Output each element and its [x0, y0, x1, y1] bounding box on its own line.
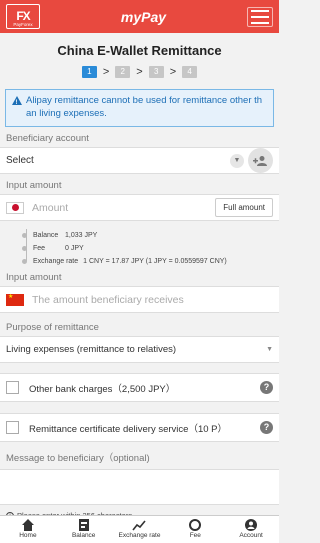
- chevron-right-icon: >: [169, 66, 177, 78]
- alipay-alert: Alipay remittance cannot be used for rem…: [5, 89, 274, 127]
- certificate-delivery-checkbox[interactable]: [6, 421, 19, 434]
- help-icon[interactable]: ?: [260, 421, 273, 434]
- beneficiary-row: Select ▼: [0, 147, 279, 174]
- option-label: Other bank charges（2,500 JPY）: [29, 383, 176, 395]
- tab-label: Account: [239, 532, 263, 539]
- chevron-down-icon: ▼: [266, 346, 273, 353]
- hamburger-menu-icon[interactable]: [247, 6, 273, 27]
- step-indicator: 1 > 2 > 3 > 4: [0, 66, 279, 78]
- rate-value: 1 CNY = 17.87 JPY (1 JPY = 0.0559597 CNY…: [83, 258, 227, 265]
- fee-icon: [189, 519, 202, 531]
- step-1: 1: [81, 66, 97, 78]
- message-label: Message to beneficiary（optional): [6, 453, 150, 464]
- tab-label: Exchange rate: [118, 532, 161, 539]
- account-icon: [245, 519, 258, 531]
- option-other-bank-charges[interactable]: Other bank charges（2,500 JPY） ?: [0, 373, 279, 402]
- beneficiary-label: Beneficiary account: [6, 133, 89, 144]
- add-beneficiary-button[interactable]: [248, 148, 273, 173]
- purpose-select[interactable]: Living expenses (remittance to relatives…: [0, 336, 279, 363]
- receive-amount-input[interactable]: The amount beneficiary receives: [32, 294, 273, 306]
- balance-key: Balance: [33, 232, 59, 239]
- chevron-down-icon: ▼: [230, 153, 244, 168]
- payforex-logo[interactable]: FX PayForex: [6, 4, 40, 29]
- step-3: 3: [148, 66, 164, 78]
- beneficiary-select-value: Select: [6, 155, 34, 166]
- other-bank-charges-checkbox[interactable]: [6, 381, 19, 394]
- send-amount-row: Amount Full amount: [0, 194, 279, 221]
- tab-fee[interactable]: Fee: [167, 516, 223, 543]
- option-certificate-delivery[interactable]: Remittance certificate delivery service（…: [0, 413, 279, 442]
- purpose-value: Living expenses (remittance to relatives…: [6, 344, 177, 355]
- tab-label: Home: [19, 532, 37, 539]
- alert-text-2: an living expenses.: [26, 108, 107, 119]
- tab-exchange-rate[interactable]: Exchange rate: [112, 516, 168, 543]
- tab-label: Balance: [71, 532, 96, 539]
- bottom-tab-bar: Home Balance Exchange rate Fee Account: [0, 515, 279, 543]
- tab-balance[interactable]: Balance: [56, 516, 112, 543]
- japan-flag-icon: [6, 201, 24, 214]
- beneficiary-select[interactable]: Select ▼: [6, 150, 244, 171]
- receive-amount-row: The amount beneficiary receives: [0, 286, 279, 313]
- amount-details: Balance 1,033 JPY Fee 0 JPY Exchange rat…: [0, 221, 279, 268]
- exchange-rate-row: Exchange rate 1 CNY = 17.87 JPY (1 JPY =…: [22, 255, 279, 268]
- balance-row: Balance 1,033 JPY: [22, 229, 279, 242]
- app-header: FX PayForex myPay: [0, 0, 279, 33]
- logo-mark: FX: [16, 9, 30, 23]
- receive-amount-label: Input amount: [6, 272, 62, 283]
- tab-account[interactable]: Account: [223, 516, 279, 543]
- message-textarea[interactable]: [0, 469, 279, 505]
- fee-row: Fee 0 JPY: [22, 242, 279, 255]
- step-2: 2: [115, 66, 131, 78]
- option-label: Remittance certificate delivery service（…: [29, 423, 227, 435]
- send-amount-input[interactable]: Amount: [32, 202, 215, 214]
- rate-key: Exchange rate: [33, 258, 79, 265]
- china-flag-icon: [6, 293, 24, 306]
- input-amount-label: Input amount: [6, 180, 62, 191]
- tab-home[interactable]: Home: [0, 516, 56, 543]
- balance-value: 1,033 JPY: [65, 232, 98, 239]
- purpose-label: Purpose of remittance: [6, 322, 99, 333]
- page-title: China E-Wallet Remittance: [57, 43, 222, 58]
- tab-label: Fee: [189, 532, 201, 539]
- chart-icon: [132, 520, 147, 531]
- warning-icon: [12, 96, 22, 110]
- full-amount-button[interactable]: Full amount: [215, 198, 273, 217]
- step-4: 4: [182, 66, 198, 78]
- add-person-icon: [252, 155, 267, 166]
- fee-value: 0 JPY: [65, 245, 84, 252]
- chevron-right-icon: >: [102, 66, 110, 78]
- chevron-right-icon: >: [136, 66, 143, 78]
- alert-text: Alipay remittance cannot be used for rem…: [26, 95, 263, 106]
- logo-text: PayForex: [13, 22, 33, 27]
- help-icon[interactable]: ?: [260, 381, 273, 394]
- home-icon: [21, 519, 34, 531]
- balance-icon: [78, 519, 89, 531]
- fee-key: Fee: [33, 245, 46, 252]
- app-title: myPay: [120, 8, 167, 25]
